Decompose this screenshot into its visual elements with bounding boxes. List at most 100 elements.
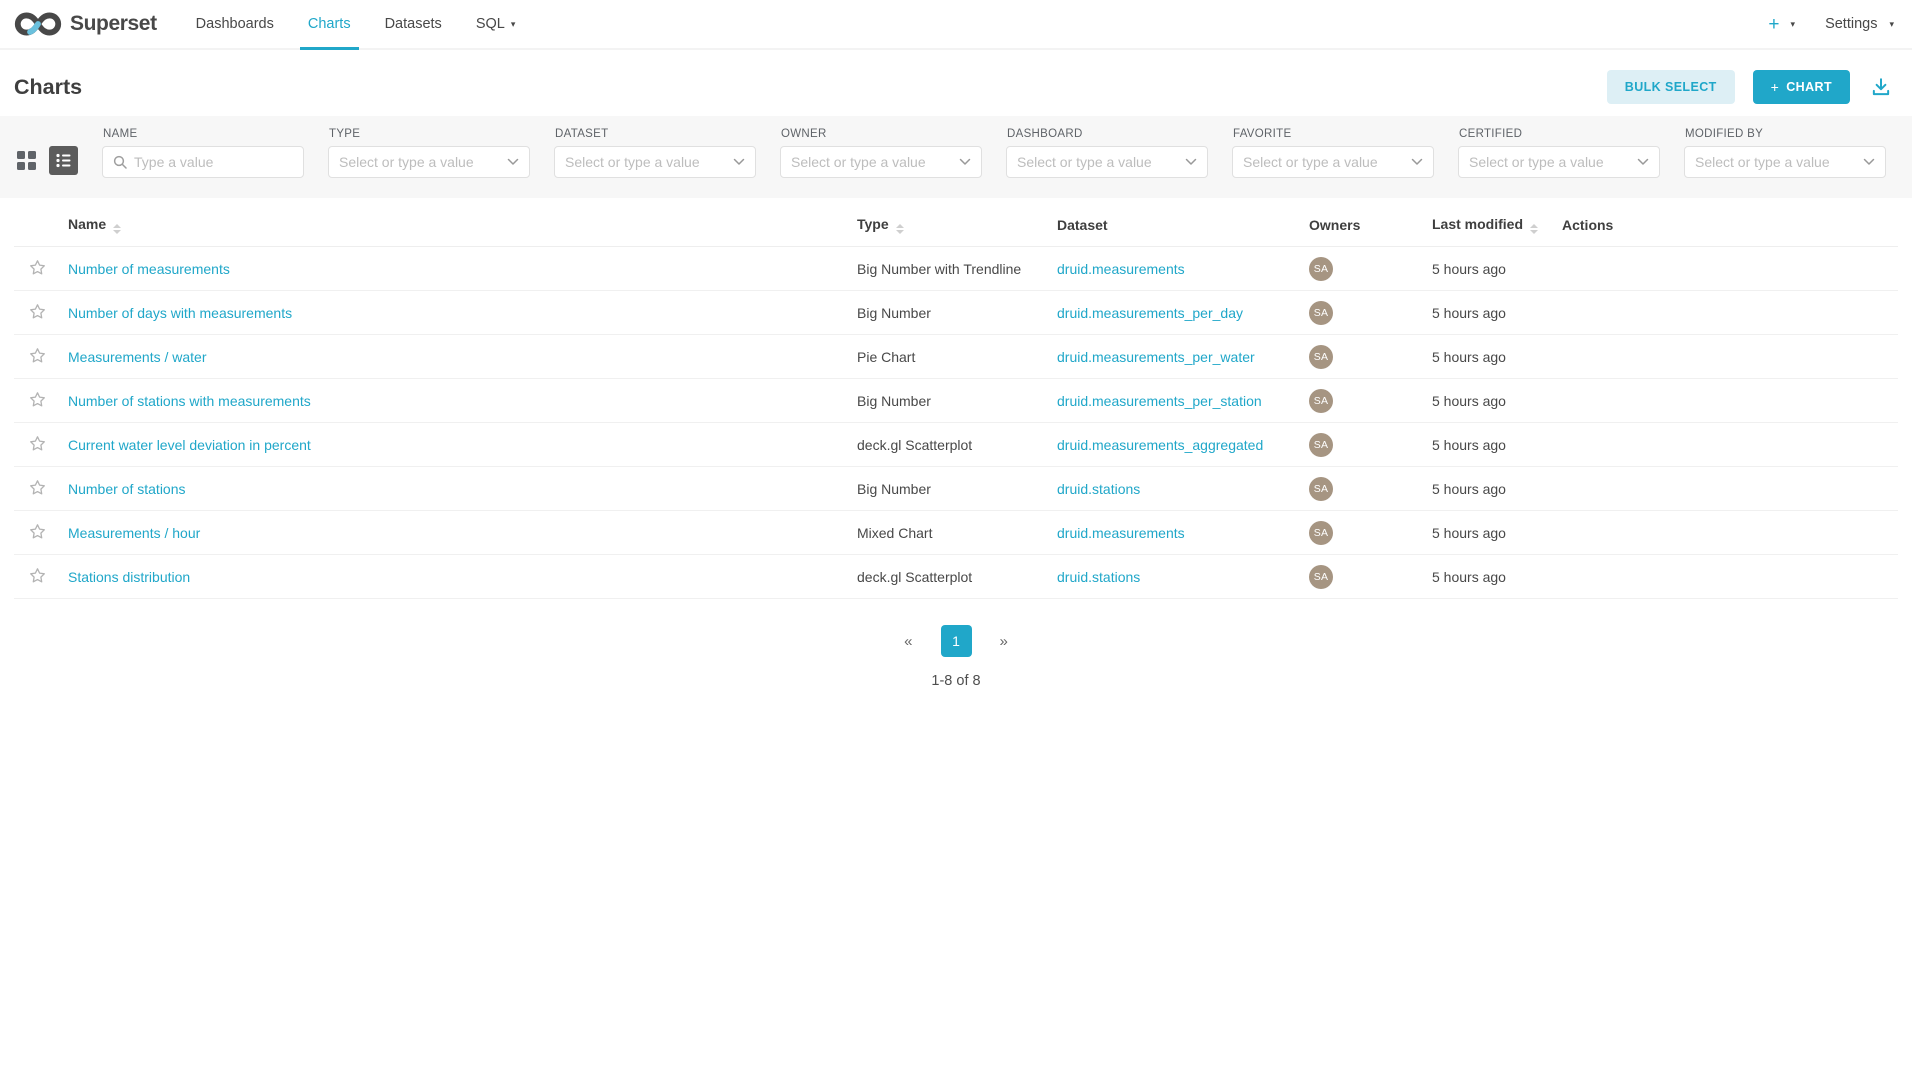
dataset-link[interactable]: druid.measurements_per_day [1057, 305, 1243, 321]
last-modified-label: 5 hours ago [1432, 569, 1506, 585]
favorite-star-icon[interactable] [29, 567, 46, 584]
owner-avatar[interactable]: SA [1309, 301, 1333, 325]
dataset-link[interactable]: druid.measurements [1057, 525, 1185, 541]
column-header-last-modified[interactable]: Last modified [1432, 202, 1562, 247]
settings-label: Settings [1825, 16, 1877, 32]
last-modified-cell: 5 hours ago [1432, 555, 1562, 599]
last-modified-cell: 5 hours ago [1432, 511, 1562, 555]
owner-avatar[interactable]: SA [1309, 257, 1333, 281]
chart-type-label: Pie Chart [857, 349, 915, 365]
owner-filter-select[interactable]: Select or type a value [780, 146, 982, 178]
chart-name-cell: Number of days with measurements [60, 291, 857, 335]
list-view-icon[interactable] [49, 146, 78, 175]
owner-avatar[interactable]: SA [1309, 565, 1333, 589]
favorite-star-icon[interactable] [29, 303, 46, 320]
settings-menu[interactable]: Settings ▾ [1825, 16, 1894, 32]
dataset-link[interactable]: druid.measurements [1057, 261, 1185, 277]
owner-avatar[interactable]: SA [1309, 389, 1333, 413]
chart-name-link[interactable]: Number of stations with measurements [68, 393, 311, 409]
nav-item-datasets[interactable]: Datasets [368, 0, 459, 48]
chevron-down-icon [507, 158, 519, 166]
chart-type-cell: Big Number [857, 467, 1057, 511]
sort-icon [1530, 224, 1538, 234]
chart-name-link[interactable]: Measurements / water [68, 349, 207, 365]
favorite-star-icon[interactable] [29, 259, 46, 276]
dataset-link[interactable]: druid.stations [1057, 569, 1140, 585]
add-chart-button[interactable]: + CHART [1753, 70, 1850, 104]
favorite-star-icon[interactable] [29, 435, 46, 452]
owners-cell: SA [1309, 511, 1432, 555]
favorite-star-icon[interactable] [29, 391, 46, 408]
card-view-icon[interactable] [16, 151, 36, 171]
dataset-link[interactable]: druid.measurements_per_water [1057, 349, 1255, 365]
favorite-star-icon[interactable] [29, 479, 46, 496]
favorite-star-icon[interactable] [29, 347, 46, 364]
filters-row: NAMETYPESelect or type a valueDATASETSel… [102, 128, 1886, 178]
last-modified-cell: 5 hours ago [1432, 291, 1562, 335]
owner-avatar[interactable]: SA [1309, 477, 1333, 501]
charts-table: NameTypeDatasetOwnersLast modifiedAction… [14, 202, 1898, 599]
select-placeholder: Select or type a value [1695, 154, 1856, 170]
dataset-link[interactable]: druid.stations [1057, 481, 1140, 497]
modified-by-filter-select[interactable]: Select or type a value [1684, 146, 1886, 178]
bulk-select-button[interactable]: BULK SELECT [1607, 70, 1735, 104]
last-modified-label: 5 hours ago [1432, 305, 1506, 321]
owners-cell: SA [1309, 291, 1432, 335]
nav-item-sql[interactable]: SQL▾ [459, 0, 533, 48]
previous-page-button[interactable]: « [898, 629, 918, 654]
filter-label: NAME [103, 128, 304, 140]
select-placeholder: Select or type a value [1017, 154, 1178, 170]
last-modified-label: 5 hours ago [1432, 261, 1506, 277]
column-header-name[interactable]: Name [60, 202, 857, 247]
export-button[interactable] [1868, 74, 1894, 100]
column-header-label: Owners [1309, 217, 1360, 233]
chart-name-link[interactable]: Number of days with measurements [68, 305, 292, 321]
nav-item-dashboards[interactable]: Dashboards [179, 0, 291, 48]
chart-name-link[interactable]: Measurements / hour [68, 525, 200, 541]
page-list: 1 [941, 625, 972, 657]
filter-modified-by: MODIFIED BYSelect or type a value [1684, 128, 1886, 178]
brand-name: Superset [70, 12, 157, 36]
column-header-label: Name [68, 216, 106, 232]
select-placeholder: Select or type a value [791, 154, 952, 170]
filter-label: DATASET [555, 128, 756, 140]
last-modified-label: 5 hours ago [1432, 481, 1506, 497]
name-filter-input[interactable] [134, 154, 293, 170]
actions-cell [1562, 467, 1898, 511]
owner-avatar[interactable]: SA [1309, 345, 1333, 369]
favorite-cell [14, 335, 60, 379]
table-row: Measurements / water Pie Chart druid.measu… [14, 335, 1898, 379]
dataset-link[interactable]: druid.measurements_aggregated [1057, 437, 1263, 453]
dataset-link[interactable]: druid.measurements_per_station [1057, 393, 1262, 409]
chart-name-link[interactable]: Number of measurements [68, 261, 230, 277]
next-page-button[interactable]: » [994, 629, 1014, 654]
actions-cell [1562, 511, 1898, 555]
chart-name-link[interactable]: Stations distribution [68, 569, 190, 585]
favorite-cell [14, 379, 60, 423]
add-chart-label: CHART [1786, 80, 1832, 94]
favorite-filter-select[interactable]: Select or type a value [1232, 146, 1434, 178]
owner-avatar[interactable]: SA [1309, 521, 1333, 545]
favorite-star-icon[interactable] [29, 523, 46, 540]
actions-cell [1562, 335, 1898, 379]
filter-label: DASHBOARD [1007, 128, 1208, 140]
certified-filter-select[interactable]: Select or type a value [1458, 146, 1660, 178]
owners-cell: SA [1309, 467, 1432, 511]
type-filter-select[interactable]: Select or type a value [328, 146, 530, 178]
superset-logo[interactable]: Superset [14, 0, 157, 48]
favorite-cell [14, 247, 60, 291]
page-number-button[interactable]: 1 [941, 625, 972, 657]
chart-name-cell: Measurements / water [60, 335, 857, 379]
chart-type-cell: deck.gl Scatterplot [857, 423, 1057, 467]
nav-item-charts[interactable]: Charts [291, 0, 368, 48]
dashboard-filter-select[interactable]: Select or type a value [1006, 146, 1208, 178]
column-header-type[interactable]: Type [857, 202, 1057, 247]
chart-name-link[interactable]: Number of stations [68, 481, 186, 497]
owner-avatar[interactable]: SA [1309, 433, 1333, 457]
chart-type-cell: Big Number [857, 291, 1057, 335]
chart-name-link[interactable]: Current water level deviation in percent [68, 437, 311, 453]
column-header-label: Last modified [1432, 216, 1523, 232]
dataset-cell: druid.measurements_aggregated [1057, 423, 1309, 467]
dataset-filter-select[interactable]: Select or type a value [554, 146, 756, 178]
new-item-menu[interactable]: + ▾ [1768, 15, 1795, 34]
